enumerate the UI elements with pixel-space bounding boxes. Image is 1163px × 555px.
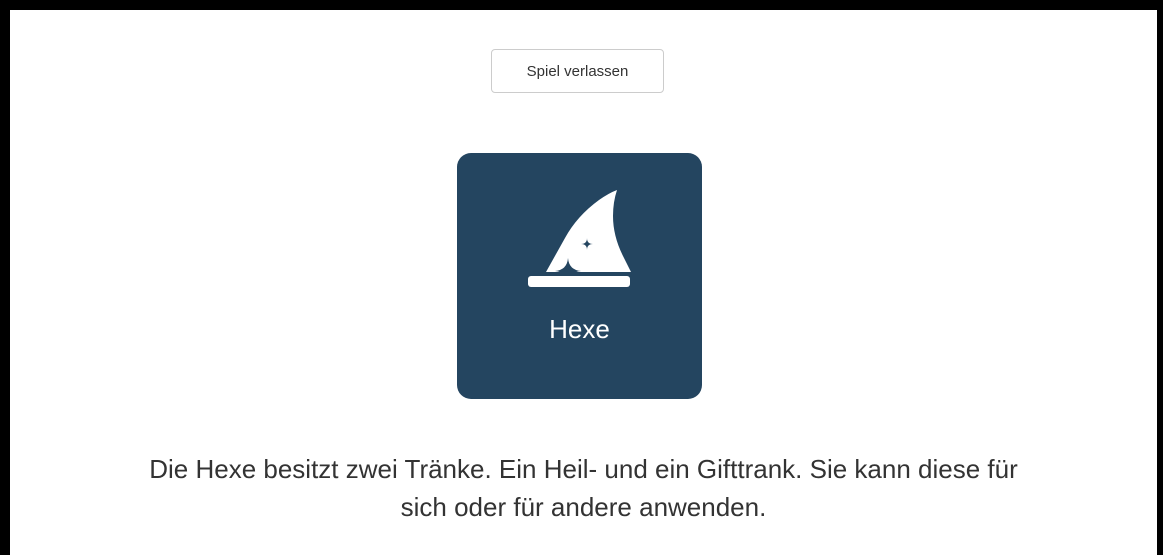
role-description: Die Hexe besitzt zwei Tränke. Ein Heil- … <box>20 450 1147 526</box>
role-card: Hexe <box>457 153 702 399</box>
role-name: Hexe <box>549 314 610 344</box>
leave-game-button[interactable]: Spiel verlassen <box>491 49 664 93</box>
role-description-line-1: Die Hexe besitzt zwei Tränke. Ein Heil- … <box>149 454 1018 484</box>
witch-hat-icon <box>528 190 631 287</box>
role-description-line-2: sich oder für andere anwenden. <box>400 492 767 522</box>
page-frame: Spiel verlassen Hexe Die Hexe besitzt zw… <box>10 10 1157 555</box>
